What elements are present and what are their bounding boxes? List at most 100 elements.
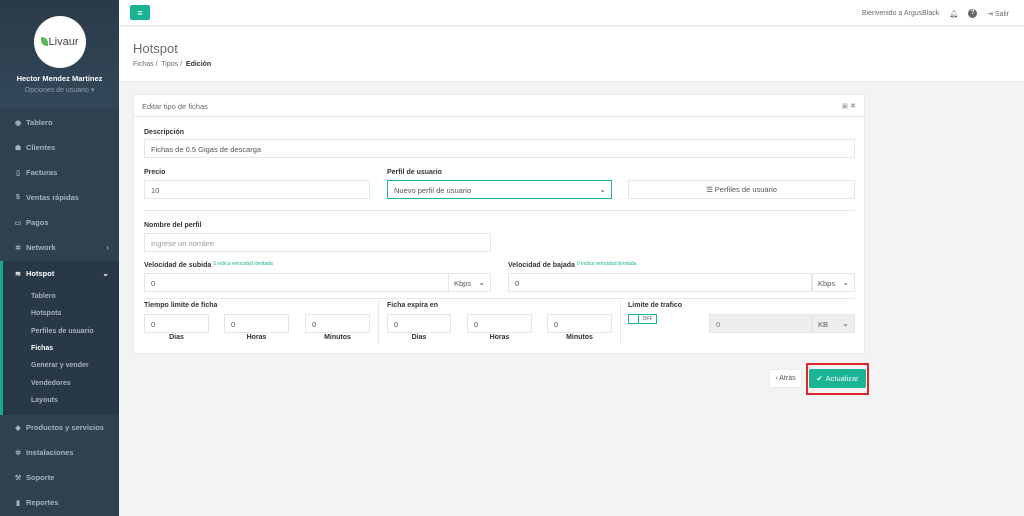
vel-subida-hint: 0 indica velocidad ilimitada: [213, 261, 273, 267]
chevron-down-icon: ⌄: [599, 185, 606, 194]
back-button[interactable]: ‹ Atrás: [769, 369, 802, 388]
perfil-label: Perfil de usuario: [387, 169, 442, 176]
precio-label: Precio: [144, 169, 166, 176]
book-icon: ▮: [16, 499, 20, 507]
money-icon: ▭: [14, 219, 22, 227]
profile-area: Livaur Hector Mendez Martínez Opciones d…: [0, 0, 119, 108]
breadcrumb-fichas[interactable]: Fichas: [133, 61, 154, 68]
list-icon: ☰: [706, 185, 713, 194]
expira-horas-input[interactable]: 0: [467, 314, 532, 333]
sidebar-item-network[interactable]: ✲ Network ‹: [0, 235, 119, 260]
collapse-icon[interactable]: ▣: [842, 103, 849, 110]
users-icon: ☗: [14, 144, 22, 152]
submenu-item-layouts[interactable]: Layouts: [3, 392, 119, 409]
tiempo-minutos-label: Minutos: [324, 334, 351, 341]
hamburger-icon: ≡: [137, 7, 143, 18]
nombre-perfil-input[interactable]: Ingrese un nombre: [144, 233, 491, 252]
page-title: Hotspot: [133, 41, 178, 56]
update-button[interactable]: ✔ Actualizar: [809, 369, 866, 388]
panel-title: Editar tipo de fichas: [142, 102, 208, 111]
bell-icon[interactable]: 🔔︎: [949, 10, 958, 18]
submenu-item-vendedores[interactable]: Vendedores: [3, 374, 119, 391]
file-icon: ▯: [16, 169, 20, 177]
precio-input[interactable]: 10: [144, 180, 370, 199]
gear-icon: ✲: [15, 449, 21, 457]
expira-minutos-label: Minutos: [566, 334, 593, 341]
limite-unit-select[interactable]: KB ⌄: [812, 314, 855, 333]
menu-toggle-button[interactable]: ≡: [130, 5, 150, 20]
chevron-down-icon: ⌄: [842, 278, 849, 287]
wifi-icon: ≋: [15, 270, 21, 278]
divider: [620, 300, 621, 344]
limite-input[interactable]: 0: [709, 314, 812, 333]
expira-horas-label: Horas: [489, 334, 510, 341]
vel-subida-label: Velocidad de subida 0 indica velocidad i…: [144, 261, 273, 269]
perfiles-usuario-button[interactable]: ☰ Perfiles de usuario: [628, 180, 855, 199]
page-header: Hotspot Fichas / Tipos / Edición: [119, 27, 1024, 82]
sidebar: Livaur Hector Mendez Martínez Opciones d…: [0, 0, 119, 516]
expira-label: Ficha expira en: [387, 302, 438, 309]
leaf-icon: [40, 37, 48, 46]
vel-bajada-unit-select[interactable]: Kbps ⌄: [812, 273, 855, 292]
tiempo-dias-input[interactable]: 0: [144, 314, 209, 333]
breadcrumb: Fichas / Tipos / Edición: [133, 61, 212, 68]
sign-out-icon: ⇥: [987, 10, 994, 18]
breadcrumb-edicion: Edición: [185, 61, 212, 68]
expira-dias-label: Dias: [411, 334, 427, 341]
dollar-icon: $: [16, 194, 20, 201]
limite-toggle[interactable]: OFF: [628, 314, 657, 324]
expira-minutos-input[interactable]: 0: [547, 314, 612, 333]
top-navbar: ≡ Bienvenido a ArgusBlack 🔔︎ ? ⇥ Salir: [119, 0, 1024, 26]
close-icon[interactable]: ✖: [850, 103, 856, 110]
breadcrumb-tipos[interactable]: Tipos: [161, 61, 178, 68]
perfil-select[interactable]: Nuevo perfil de usuario ⌄: [387, 180, 612, 199]
divider: [144, 298, 855, 299]
chevron-left-icon: ‹: [106, 243, 109, 252]
submenu-item-tablero[interactable]: Tablero: [3, 288, 119, 305]
help-icon[interactable]: ?: [968, 9, 978, 18]
sidebar-item-hotspot[interactable]: ≋ Hotspot ⌄: [0, 261, 119, 286]
vel-bajada-hint: 0 indica velocidad ilimitada: [576, 261, 637, 267]
sidebar-item-pagos[interactable]: ▭ Pagos: [0, 210, 119, 235]
chevron-down-icon: ⌄: [102, 269, 109, 278]
submenu-item-perfiles[interactable]: Perfiles de usuario: [3, 323, 119, 340]
network-icon: ✲: [15, 244, 21, 252]
check-icon: ✔: [816, 374, 823, 383]
vel-subida-unit-select[interactable]: Kbps ⌄: [448, 273, 491, 292]
descripcion-input[interactable]: Fichas de 0.5 Gigas de descarga: [144, 139, 855, 158]
vel-subida-input[interactable]: 0: [144, 273, 449, 292]
submenu-item-fichas[interactable]: Fichas: [3, 340, 119, 357]
submenu-item-generar[interactable]: Generar y vender: [3, 357, 119, 374]
logout-link[interactable]: ⇥ Salir: [987, 10, 1009, 18]
sidebar-item-ventas[interactable]: $ Ventas rápidas: [0, 185, 119, 210]
vel-bajada-input[interactable]: 0: [508, 273, 812, 292]
sidebar-item-facturas[interactable]: ▯ Facturas: [0, 160, 119, 185]
sidebar-item-tablero[interactable]: ◉ Tablero: [0, 110, 119, 135]
edit-panel: Editar tipo de fichas ▣ ✖ Descripción Fi…: [133, 94, 865, 354]
chevron-down-icon: ⌄: [842, 319, 849, 328]
descripcion-label: Descripción: [144, 129, 185, 136]
logo: Livaur: [33, 16, 86, 68]
submenu-item-hotspots[interactable]: Hotspots: [3, 305, 119, 322]
sidebar-item-soporte[interactable]: ⚒ Soporte: [0, 465, 119, 490]
tiempo-label: Tiempo limite de ficha: [144, 302, 218, 309]
toggle-state: OFF: [642, 316, 653, 322]
dashboard-icon: ◉: [14, 119, 22, 127]
expira-dias-input[interactable]: 0: [387, 314, 451, 333]
sidebar-item-productos[interactable]: ◆ Productos y servicios: [0, 415, 119, 440]
sidebar-item-reportes[interactable]: ▮ Reportes: [0, 490, 119, 515]
hotspot-submenu: Tablero Hotspots Perfiles de usuario Fic…: [0, 286, 119, 416]
nombre-perfil-label: Nombre del perfil: [144, 222, 202, 229]
divider: [378, 300, 379, 344]
tag-icon: ◆: [15, 424, 21, 432]
chevron-down-icon: ⌄: [478, 278, 485, 287]
wrench-icon: ⚒: [14, 474, 22, 482]
vel-bajada-label: Velocidad de bajada 0 indica velocidad i…: [508, 261, 637, 269]
sidebar-item-instalaciones[interactable]: ✲ Instalaciones: [0, 440, 119, 465]
user-name: Hector Mendez Martínez: [16, 74, 103, 83]
welcome-text: Bienvenido a ArgusBlack: [861, 10, 940, 17]
sidebar-item-clientes[interactable]: ☗ Clientes: [0, 135, 119, 160]
tiempo-minutos-input[interactable]: 0: [305, 314, 370, 333]
user-options-dropdown[interactable]: Opciones de usuario ▾: [0, 86, 119, 94]
tiempo-horas-input[interactable]: 0: [224, 314, 289, 333]
